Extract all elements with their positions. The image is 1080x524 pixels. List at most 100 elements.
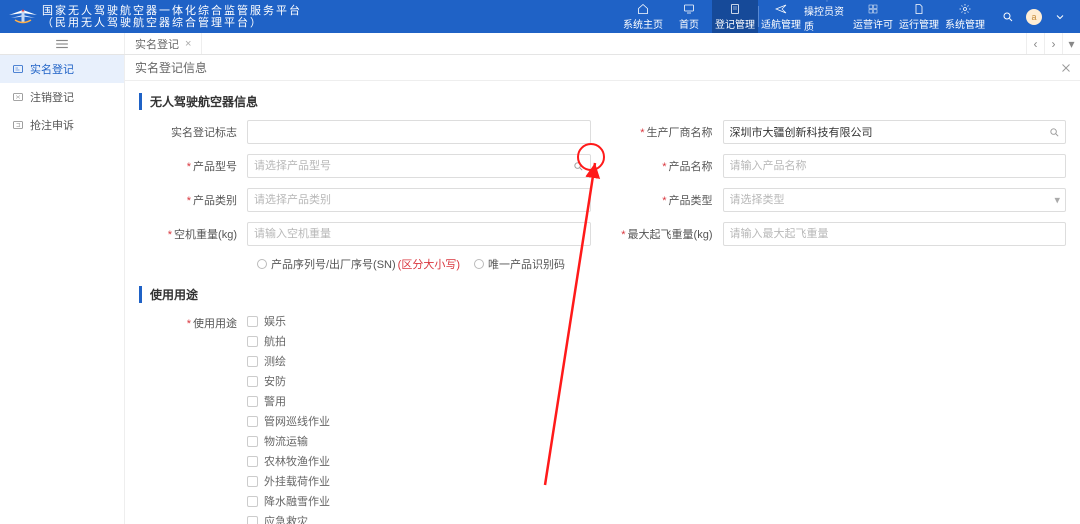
radio-sn-label: 产品序列号/出厂序号(SN)(区分大小写) [271,256,460,272]
usage-checkbox[interactable]: 测绘 [247,353,330,369]
nav-item-file[interactable]: 运行管理 [896,0,942,33]
usage-checkbox[interactable]: 管网巡线作业 [247,413,330,429]
radio-dot-icon [474,259,484,269]
checkbox-box-icon [247,496,258,507]
checkbox-box-icon [247,376,258,387]
checkbox-box-icon [247,416,258,427]
nav-label: 适航管理 [761,16,801,31]
label-product-name: *产品名称 [615,158,723,174]
nav-item-gear[interactable]: 系统管理 [942,0,988,33]
flag-icon [12,119,24,131]
file-icon [913,3,925,15]
tab-menu-button[interactable]: ▾ [1062,33,1080,54]
sidebar-item-flag[interactable]: 抢注申诉 [0,111,124,139]
top-nav: 系统主页首页登记管理适航管理操控员资质运营许可运行管理系统管理 [620,0,988,33]
usage-checkbox[interactable]: 农林牧渔作业 [247,453,330,469]
app-logo-icon [8,7,38,27]
gear-icon [959,3,971,15]
field-manufacturer: *生产厂商名称 [615,120,1067,144]
input-product-name[interactable] [723,154,1067,178]
label-product-category: *产品类别 [139,192,247,208]
radio-uid-label: 唯一产品识别码 [488,256,565,272]
input-max-takeoff[interactable] [723,222,1067,246]
sidebar-item-trash[interactable]: 注销登记 [0,83,124,111]
radio-sn[interactable]: 产品序列号/出厂序号(SN)(区分大小写) [257,256,460,272]
input-product-model[interactable] [247,154,591,178]
checkbox-box-icon [247,456,258,467]
main-area: 实名登记注销登记抢注申诉 实名登记信息 无人驾驶航空器信息 实名登记标志 *生产… [0,55,1080,524]
field-empty-weight: *空机重量(kg) [139,222,591,246]
field-product-model: *产品型号 [139,154,591,178]
nav-item-shield[interactable]: 操控员资质 [804,0,850,33]
tab-realname-register[interactable]: 实名登记 × [125,33,202,54]
menu-icon [55,39,69,49]
tab-label: 实名登记 [135,36,179,52]
usage-checkbox[interactable]: 降水融雪作业 [247,493,330,509]
field-max-takeoff: *最大起飞重量(kg) [615,222,1067,246]
checkbox-box-icon [247,516,258,524]
panel-close-icon[interactable] [1060,62,1072,74]
nav-label: 系统主页 [623,16,663,31]
chevron-down-icon[interactable] [1054,11,1066,23]
panel-title-bar: 实名登记信息 [125,55,1080,81]
nav-label: 操控员资质 [804,3,850,33]
search-icon[interactable] [1002,11,1014,23]
checkbox-box-icon [247,316,258,327]
panel-title: 实名登记信息 [135,59,207,76]
usage-checkbox[interactable]: 应急救灾 [247,513,330,524]
radio-uid[interactable]: 唯一产品识别码 [474,256,565,272]
nav-item-monitor[interactable]: 首页 [666,0,712,33]
usage-checkbox-list: 娱乐航拍测绘安防警用管网巡线作业物流运输农林牧渔作业外挂载荷作业降水融雪作业应急… [247,313,330,524]
usage-checkbox[interactable]: 物流运输 [247,433,330,449]
manufacturer-search-icon[interactable] [1042,120,1066,144]
label-reg-mark: 实名登记标志 [139,124,247,140]
sidebar-item-id[interactable]: 实名登记 [0,55,124,83]
app-title-line2: （民用无人驾驶航空器综合管理平台） [42,17,302,29]
plane-icon [775,3,787,15]
section-header-usage: 使用用途 [139,286,1066,303]
sidebar-toggle[interactable] [0,33,125,54]
tab-prev-button[interactable]: ‹ [1026,33,1044,54]
usage-option-label: 安防 [264,373,286,389]
logo-block: 国家无人驾驶航空器一体化综合监管服务平台 （民用无人驾驶航空器综合管理平台） [0,5,310,29]
select-product-type[interactable] [723,188,1067,212]
usage-option-label: 管网巡线作业 [264,413,330,429]
avatar-initial: a [1031,12,1036,22]
section-header-info: 无人驾驶航空器信息 [139,93,1066,110]
checkbox-box-icon [247,476,258,487]
top-right-tools: a [988,9,1080,25]
checkbox-box-icon [247,356,258,367]
select-product-category[interactable] [247,188,591,212]
nav-item-doc[interactable]: 登记管理 [712,0,758,33]
grid-icon [867,3,879,15]
field-product-category: *产品类别 [139,188,591,212]
input-manufacturer[interactable] [723,120,1067,144]
label-product-type: *产品类型 [615,192,723,208]
usage-checkbox[interactable]: 外挂载荷作业 [247,473,330,489]
usage-option-label: 降水融雪作业 [264,493,330,509]
input-empty-weight[interactable] [247,222,591,246]
usage-option-label: 测绘 [264,353,286,369]
tab-close-icon[interactable]: × [185,38,191,50]
usage-checkbox[interactable]: 娱乐 [247,313,330,329]
usage-option-label: 农林牧渔作业 [264,453,330,469]
user-avatar[interactable]: a [1026,9,1042,25]
field-product-name: *产品名称 [615,154,1067,178]
usage-checkbox[interactable]: 航拍 [247,333,330,349]
tab-next-button[interactable]: › [1044,33,1062,54]
checkbox-box-icon [247,436,258,447]
app-title-line1: 国家无人驾驶航空器一体化综合监管服务平台 [42,5,302,17]
checkbox-box-icon [247,336,258,347]
nav-item-grid[interactable]: 运营许可 [850,0,896,33]
home-icon [637,3,649,15]
sidebar-label: 抢注申诉 [30,117,74,133]
usage-option-label: 航拍 [264,333,286,349]
usage-checkbox[interactable]: 安防 [247,373,330,389]
nav-item-plane[interactable]: 适航管理 [758,0,804,33]
label-empty-weight: *空机重量(kg) [139,226,247,242]
doc-icon [729,3,741,15]
usage-checkbox[interactable]: 警用 [247,393,330,409]
nav-item-home[interactable]: 系统主页 [620,0,666,33]
product-model-search-icon[interactable] [567,154,591,178]
input-reg-mark [247,120,591,144]
